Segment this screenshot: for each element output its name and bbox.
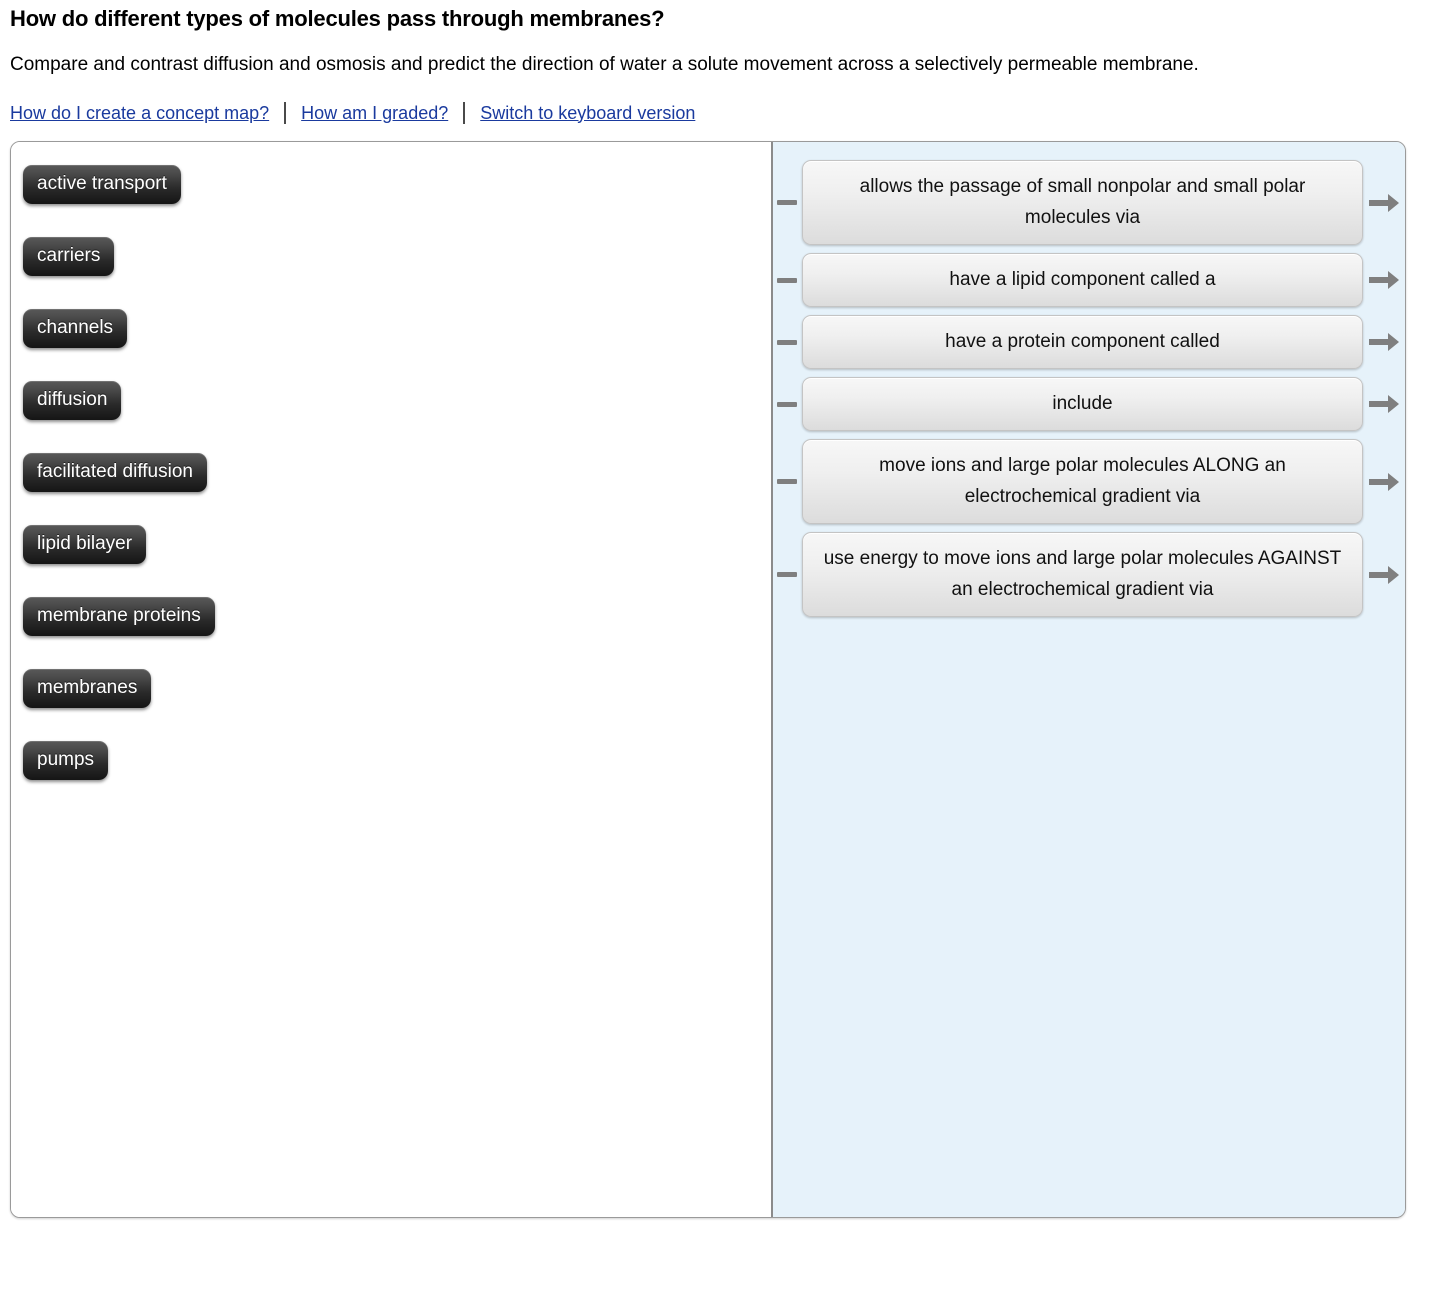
linking-phrase-list: allows the passage of small nonpolar and… [773, 160, 1405, 617]
link-separator [463, 102, 466, 124]
term-chip[interactable]: diffusion [23, 381, 122, 420]
connector-arrow-icon [1369, 565, 1399, 584]
linking-phrase-card[interactable]: include [801, 377, 1363, 431]
term-chip[interactable]: membrane proteins [23, 597, 215, 636]
term-chip[interactable]: lipid bilayer [23, 525, 147, 564]
connector-dash-icon [776, 277, 797, 283]
concept-map-container: active transport carriers channels diffu… [10, 141, 1406, 1218]
link-separator [284, 102, 287, 124]
connector-dash-icon [776, 572, 797, 577]
linking-phrase-card[interactable]: move ions and large polar molecules ALON… [801, 439, 1363, 524]
connector-arrow-icon [1369, 193, 1399, 212]
linking-phrase-row: allows the passage of small nonpolar and… [773, 160, 1405, 245]
term-chip[interactable]: membranes [23, 669, 152, 708]
link-how-am-i-graded[interactable]: How am I graded? [301, 103, 448, 124]
concept-map-canvas[interactable]: active transport carriers channels diffu… [11, 142, 773, 1217]
linking-phrase-card[interactable]: use energy to move ions and large polar … [801, 532, 1363, 617]
connector-dash-icon [776, 479, 797, 484]
link-how-do-i-create-a-concept-map[interactable]: How do I create a concept map? [10, 103, 269, 124]
page-root: How do different types of molecules pass… [0, 5, 1444, 1218]
linking-phrase-row: have a protein component called [773, 315, 1405, 369]
page-title: How do different types of molecules pass… [10, 6, 665, 31]
linking-phrase-row: use energy to move ions and large polar … [773, 532, 1405, 617]
term-chip-list: active transport carriers channels diffu… [23, 156, 771, 780]
connector-dash-icon [776, 401, 797, 407]
help-links-row: How do I create a concept map? How am I … [10, 102, 1436, 124]
linking-phrase-row: move ions and large polar molecules ALON… [773, 439, 1405, 524]
linking-phrase-card[interactable]: have a lipid component called a [801, 253, 1363, 307]
connector-dash-icon [776, 200, 797, 205]
linking-phrase-panel: allows the passage of small nonpolar and… [772, 142, 1405, 1217]
term-chip[interactable]: channels [23, 309, 128, 348]
term-chip[interactable]: carriers [23, 237, 115, 276]
connector-arrow-icon [1369, 472, 1399, 491]
term-chip[interactable]: active transport [23, 165, 181, 204]
linking-phrase-row: include [773, 377, 1405, 431]
linking-phrase-card[interactable]: have a protein component called [801, 315, 1363, 369]
connector-dash-icon [776, 339, 797, 345]
connector-arrow-icon [1369, 395, 1399, 413]
linking-phrase-row: have a lipid component called a [773, 253, 1405, 307]
connector-arrow-icon [1369, 333, 1399, 351]
term-chip[interactable]: pumps [23, 741, 109, 780]
connector-arrow-icon [1369, 271, 1399, 289]
linking-phrase-card[interactable]: allows the passage of small nonpolar and… [801, 160, 1363, 245]
page-subtitle: Compare and contrast diffusion and osmos… [10, 54, 1199, 75]
link-switch-to-keyboard-version[interactable]: Switch to keyboard version [480, 103, 695, 124]
term-chip[interactable]: facilitated diffusion [23, 453, 207, 492]
